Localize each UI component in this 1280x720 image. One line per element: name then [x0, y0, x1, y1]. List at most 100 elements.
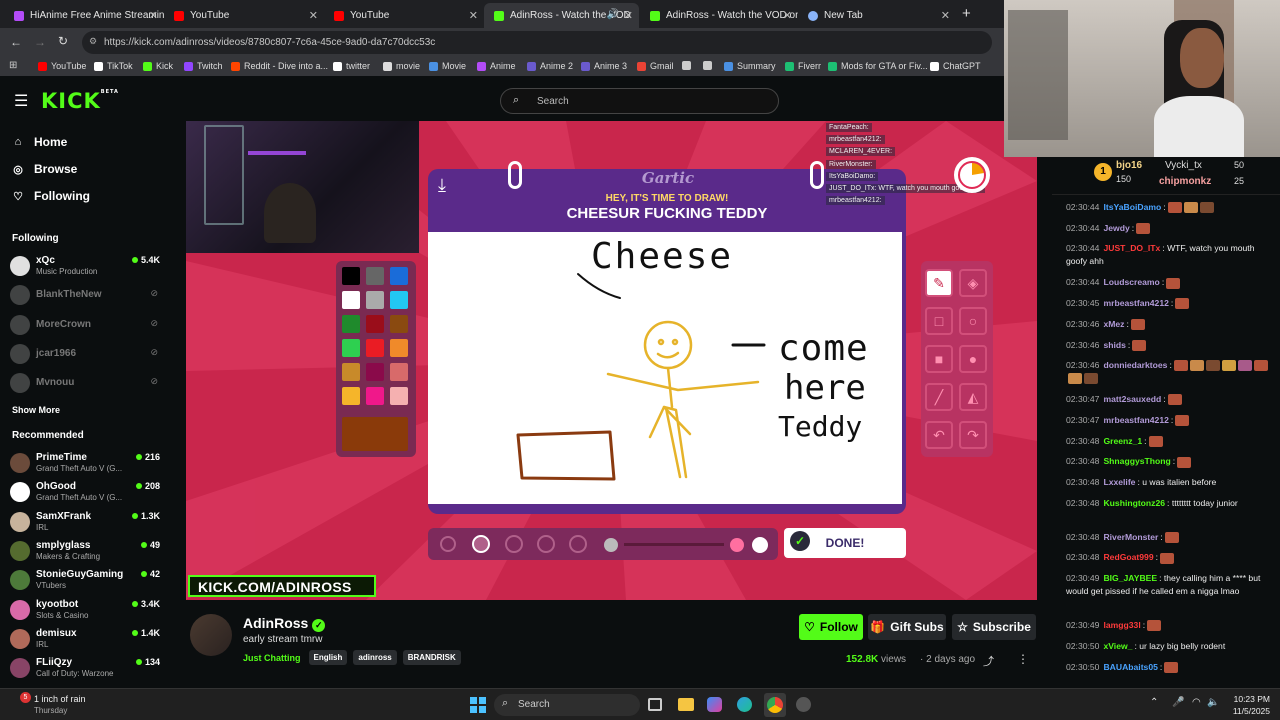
bookmark-4[interactable]: Reddit - Dive into a... — [231, 61, 328, 71]
tray-chevron-icon[interactable]: ⌃ — [1150, 697, 1158, 708]
close-icon[interactable]: ✕ — [149, 9, 158, 22]
edge-icon[interactable] — [737, 697, 752, 712]
chat-username[interactable]: mrbeastfan4212 — [1103, 298, 1168, 308]
redo-icon[interactable]: ↷ — [959, 421, 987, 449]
chat-username[interactable]: xMez — [1103, 319, 1124, 329]
color-swatch[interactable] — [366, 387, 384, 405]
sidebar-channel-kyootbot[interactable]: kyootbot Slots & Casino 3.4K — [10, 598, 160, 622]
opacity-slider[interactable] — [624, 543, 724, 546]
color-swatch[interactable] — [342, 387, 360, 405]
tab-5[interactable]: New Tab ✕ — [798, 3, 956, 28]
bookmark-17[interactable]: ChatGPT — [930, 61, 981, 71]
bookmark-8[interactable]: Anime — [477, 61, 516, 71]
speaker-icon[interactable]: 🔊 — [607, 9, 619, 20]
hamburger-menu-icon[interactable]: ☰ — [14, 91, 28, 111]
new-tab-button[interactable]: + — [962, 5, 971, 22]
bookmark-12[interactable] — [682, 61, 695, 70]
color-swatch[interactable] — [366, 315, 384, 333]
tab-4[interactable]: AdinRoss - Watch the VOD on ✕ — [640, 3, 798, 28]
chat-username[interactable]: JUST_DO_ITx — [1103, 243, 1160, 253]
search-input[interactable]: ⌕ Search — [500, 88, 779, 114]
clock-time[interactable]: 10:23 PM — [1228, 694, 1270, 704]
bookmark-5[interactable]: twitter — [333, 61, 370, 71]
forward-icon[interactable]: → — [34, 35, 46, 49]
weather-text[interactable]: 1 inch of rain — [34, 694, 86, 704]
video-player[interactable]: ⤓ Gartic HEY, IT'S TIME TO DRAW! CHEESUR… — [186, 121, 1037, 600]
more-options-icon[interactable]: ⋮ — [1017, 652, 1029, 666]
chat-username[interactable]: BAUAbaits05 — [1103, 662, 1157, 672]
microphone-icon[interactable]: 🎤 — [1172, 697, 1184, 708]
color-swatch[interactable] — [342, 339, 360, 357]
sidebar-channel-primetime[interactable]: PrimeTime Grand Theft Auto V (G... 216 — [10, 451, 160, 475]
sidebar-channel-smplyglass[interactable]: smplyglass Makers & Crafting 49 — [10, 539, 160, 563]
sidebar-channel-demisux[interactable]: demisux IRL 1.4K — [10, 627, 160, 651]
bookmark-13[interactable] — [703, 61, 716, 70]
bookmark-11[interactable]: Gmail — [637, 61, 674, 71]
brush-size-4[interactable] — [537, 535, 555, 553]
task-view-icon[interactable] — [648, 698, 662, 711]
clock-date[interactable]: 11/5/2025 — [1228, 706, 1270, 716]
nav-following[interactable]: ♡ Following — [12, 189, 90, 203]
color-swatch[interactable] — [366, 267, 384, 285]
chrome-active-slot[interactable] — [764, 693, 786, 717]
chat-username[interactable]: Greenz_1 — [1103, 436, 1142, 446]
bookmark-15[interactable]: Fiverr — [785, 61, 821, 71]
apps-grid-icon[interactable]: ⊞ — [9, 60, 17, 71]
color-swatch[interactable] — [342, 363, 360, 381]
follow-button[interactable]: ♡ Follow — [799, 614, 863, 640]
chat-username[interactable]: xView_ — [1103, 641, 1132, 651]
color-swatch[interactable] — [390, 339, 408, 357]
tab-3-active[interactable]: AdinRoss - Watch the VOD 🔊 ✕ — [484, 3, 639, 28]
color-swatch[interactable] — [366, 291, 384, 309]
close-icon[interactable]: ✕ — [624, 9, 633, 22]
sidebar-channel-mvnouu[interactable]: Mvnouu ⊘ — [10, 371, 160, 395]
circle-fill-icon[interactable]: ● — [959, 345, 987, 373]
bookmark-16[interactable]: Mods for GTA or Fiv... — [828, 61, 928, 71]
chat-username[interactable]: lamgg33l — [1103, 620, 1140, 630]
color-swatch[interactable] — [390, 267, 408, 285]
chat-username[interactable]: shids — [1103, 340, 1125, 350]
category-link[interactable]: Just Chatting — [243, 653, 301, 663]
close-icon[interactable]: ✕ — [469, 9, 478, 22]
bookmark-7[interactable]: Movie — [429, 61, 466, 71]
color-swatch[interactable] — [390, 315, 408, 333]
bookmark-6[interactable]: movie — [383, 61, 420, 71]
tag-english[interactable]: English — [308, 650, 348, 665]
color-swatch[interactable] — [366, 339, 384, 357]
close-icon[interactable]: ✕ — [309, 9, 318, 22]
sidebar-channel-fliiqzy[interactable]: FLiiQzy Call of Duty: Warzone 134 — [10, 656, 160, 680]
chat-username[interactable]: ItsYaBoiDamo — [1103, 202, 1161, 212]
nav-browse[interactable]: ◎ Browse — [12, 162, 77, 176]
opacity-handle[interactable] — [730, 538, 744, 552]
drawing-canvas[interactable]: Cheese come here Teddy — [428, 232, 902, 504]
color-swatch[interactable] — [342, 267, 360, 285]
sidebar-channel-samxfrank[interactable]: SamXFrank IRL 1.3K — [10, 510, 160, 534]
color-swatch[interactable] — [342, 291, 360, 309]
reload-icon[interactable]: ↻ — [58, 34, 68, 48]
line-icon[interactable]: ╱ — [925, 383, 953, 411]
tag-brandrisk[interactable]: BRANDRISK — [402, 650, 461, 665]
tab-1[interactable]: YouTube ✕ — [164, 3, 324, 28]
chat-username[interactable]: Jewdy — [1103, 223, 1129, 233]
color-swatch[interactable] — [390, 387, 408, 405]
chat-username[interactable]: RedGoat999 — [1103, 552, 1153, 562]
app-icon[interactable] — [796, 697, 811, 712]
brush-size-1[interactable] — [440, 536, 456, 552]
pencil-icon[interactable]: ✎ — [925, 269, 953, 297]
copilot-icon[interactable] — [707, 697, 722, 712]
chat-username[interactable]: ShnaggysThong — [1103, 456, 1170, 466]
sidebar-channel-morecrown[interactable]: MoreCrown ⊘ — [10, 313, 160, 337]
sidebar-channel-blankthenew[interactable]: BlankTheNew ⊘ — [10, 283, 160, 307]
brush-size-3[interactable] — [505, 535, 523, 553]
color-swatch[interactable] — [366, 363, 384, 381]
sidebar-channel-ohgood[interactable]: OhGood Grand Theft Auto V (G... 208 — [10, 480, 160, 504]
eraser-icon[interactable]: ◈ — [959, 269, 987, 297]
color-swatch[interactable] — [342, 315, 360, 333]
chat-username[interactable]: donniedarktoes — [1103, 360, 1167, 370]
tag-adinross[interactable]: adinross — [353, 650, 397, 665]
chat-username[interactable]: Kushingtonz26 — [1103, 498, 1165, 508]
color-swatch[interactable] — [390, 291, 408, 309]
sidebar-channel-stonieguygaming[interactable]: StonieGuyGaming VTubers 42 — [10, 568, 160, 592]
url-field[interactable]: ⚙ https://kick.com/adinross/videos/8780c… — [82, 31, 992, 54]
nav-home[interactable]: ⌂ Home — [12, 135, 68, 149]
